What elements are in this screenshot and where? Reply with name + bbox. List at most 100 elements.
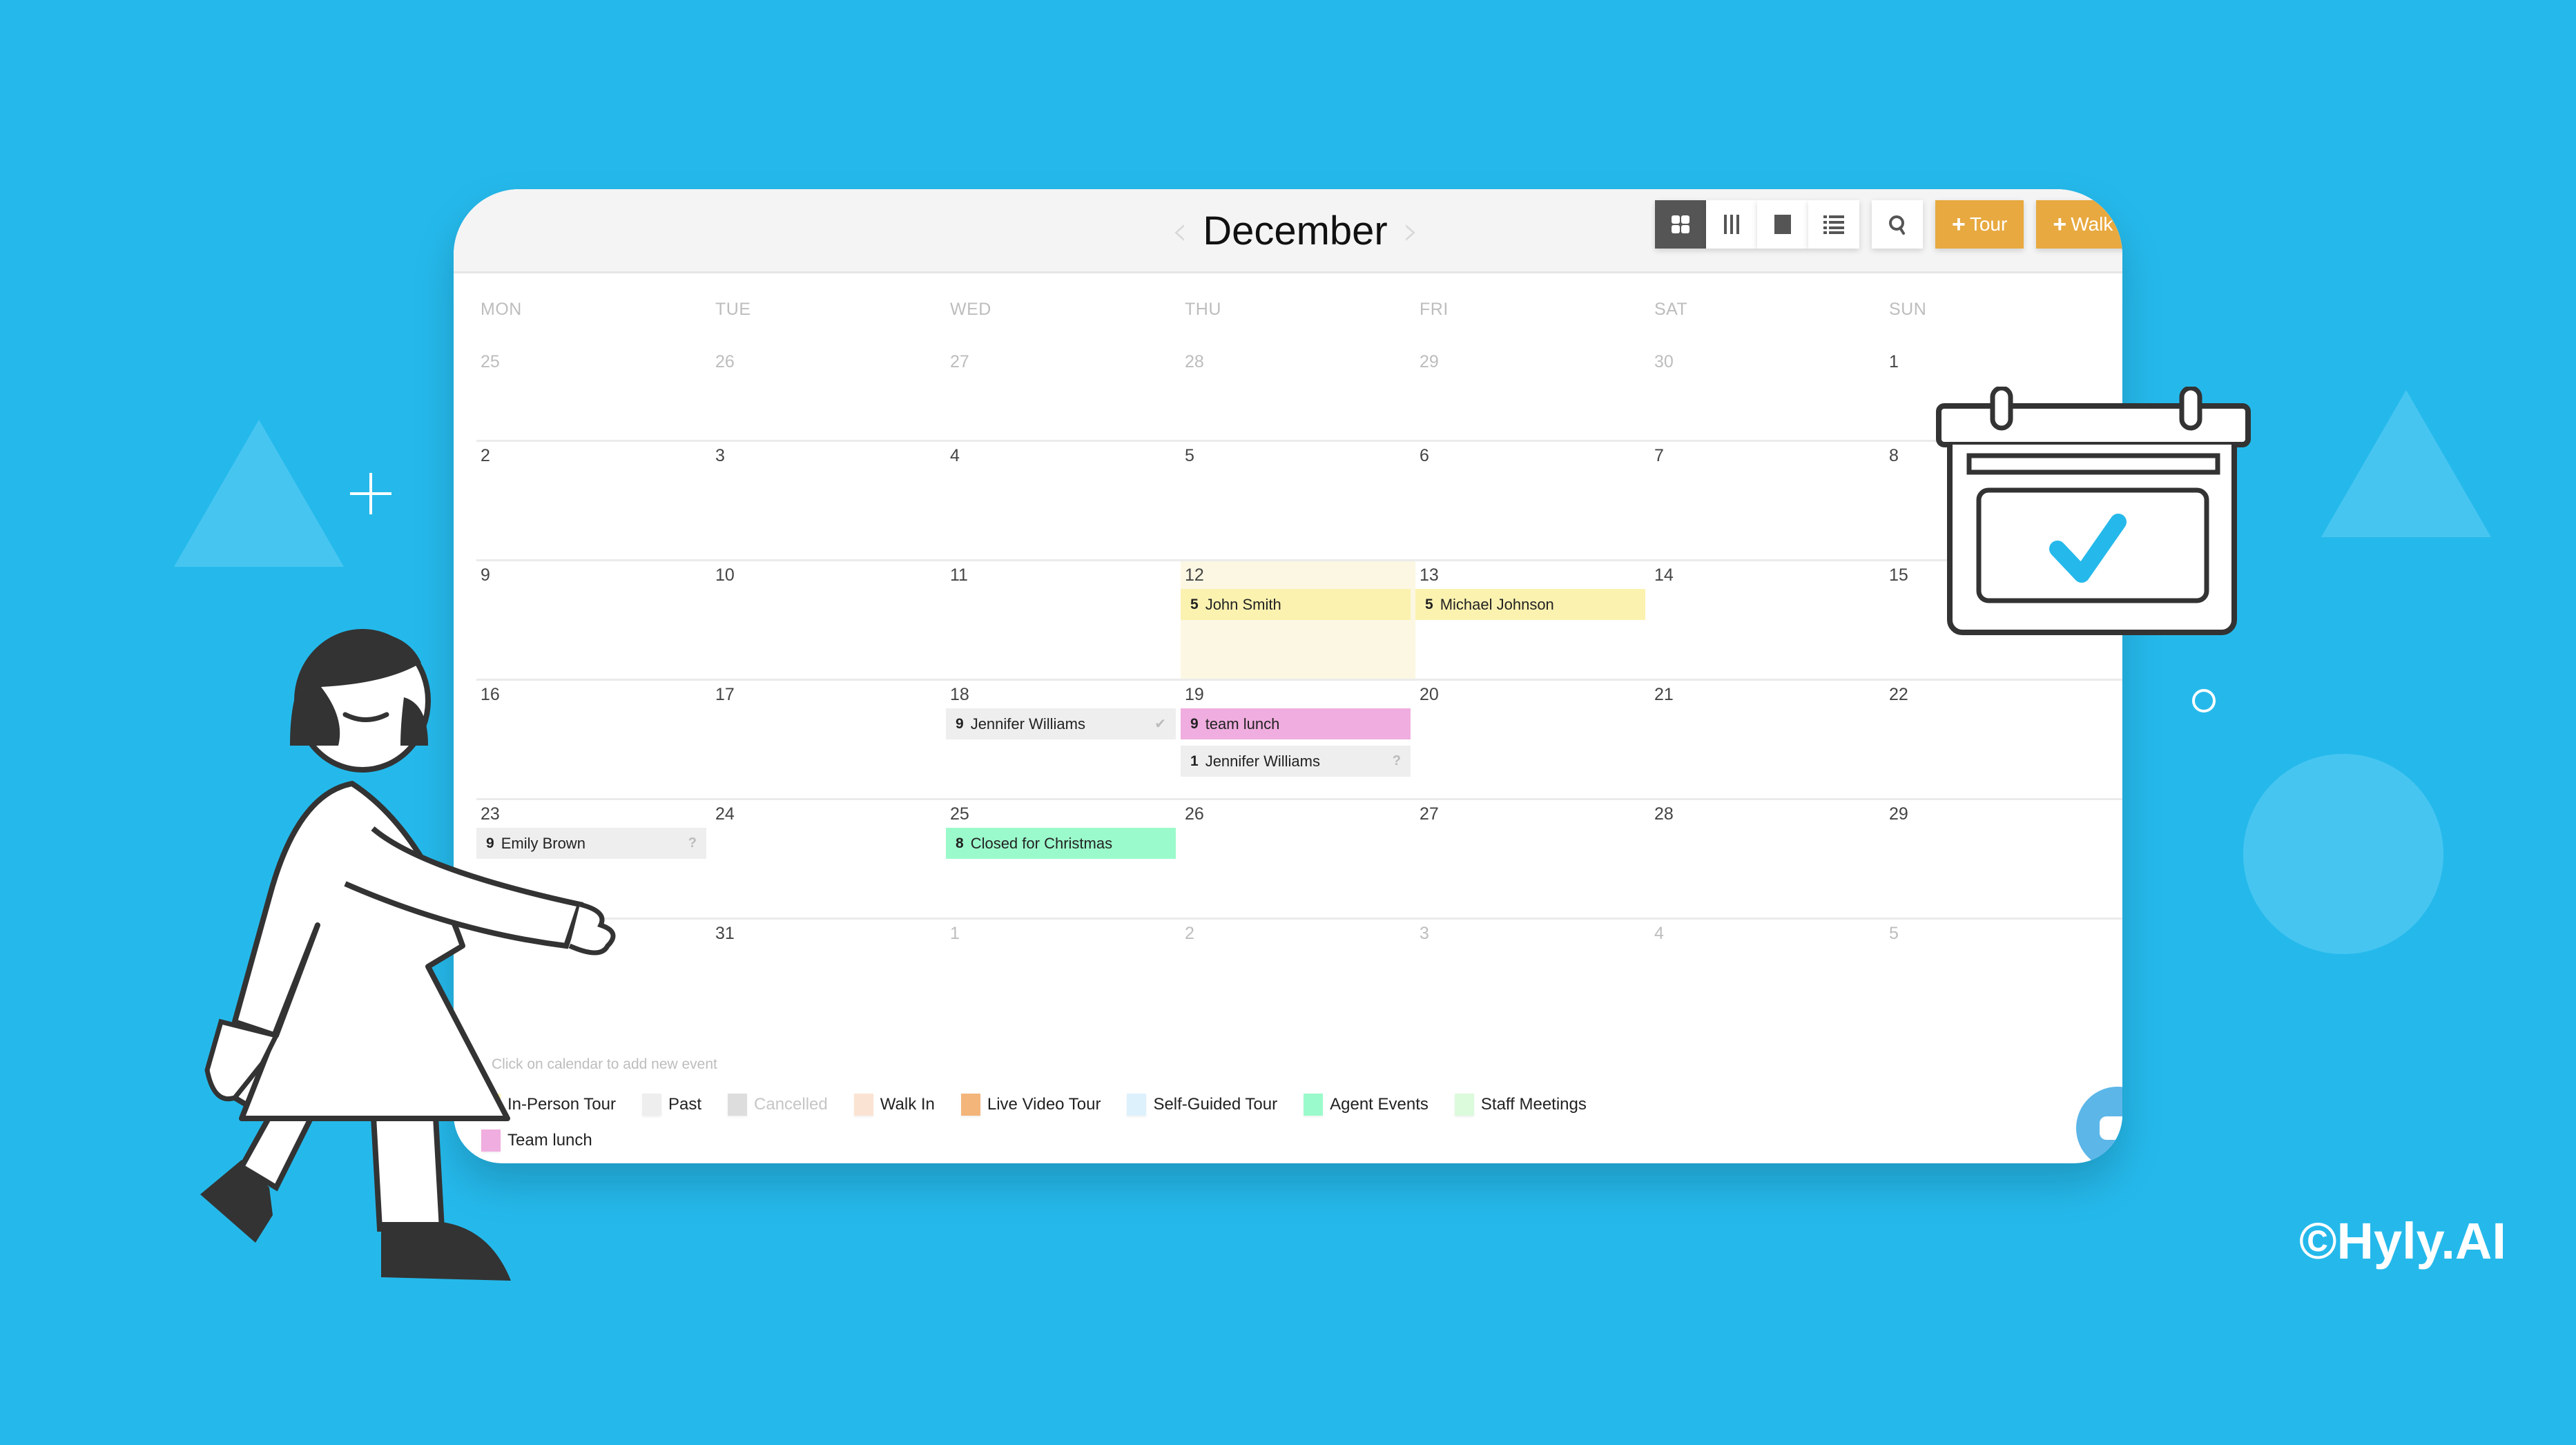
legend-item-live-video-tour: Live Video Tour	[960, 1094, 1101, 1116]
day-number: 8	[1889, 446, 1899, 465]
day-cell[interactable]: 25 8 Closed for Christmas	[946, 800, 1181, 918]
day-number: 24	[715, 804, 735, 824]
day-cell[interactable]: 26	[1181, 800, 1415, 918]
chat-widget-button[interactable]	[2076, 1087, 2122, 1163]
day-cell[interactable]: 26	[711, 320, 946, 440]
day-cell[interactable]: 13 5 Michael Johnson	[1415, 561, 1650, 679]
day-cell[interactable]: 27	[946, 320, 1181, 440]
legend-swatch	[1454, 1094, 1474, 1116]
day-number: 5	[1185, 446, 1194, 465]
calendar-event[interactable]: 1 Jennifer Williams?	[1181, 746, 1411, 777]
decorative-circle-large	[2243, 754, 2443, 954]
day-cell[interactable]: 25	[476, 320, 711, 440]
day-cell[interactable]: 6	[1415, 442, 1650, 559]
legend-swatch	[960, 1094, 980, 1116]
day-cell[interactable]: 3	[711, 442, 946, 559]
day-number: 19	[1185, 685, 1204, 704]
calendar-event[interactable]: 9 Jennifer Williams ✔	[946, 708, 1176, 739]
day-number: 14	[1654, 565, 1674, 585]
day-cell[interactable]: 20	[1415, 681, 1650, 798]
plus-icon: +	[1952, 211, 1966, 237]
brand-watermark: ©Hyly.AI	[2299, 1212, 2506, 1270]
list-icon	[1823, 215, 1844, 234]
add-walk-in-button[interactable]: + Walk	[2036, 200, 2122, 249]
legend-row: In-Person Tour Past Cancelled Walk In Live V…	[481, 1087, 1862, 1123]
search-button[interactable]	[1872, 200, 1923, 249]
day-number: 9	[481, 565, 490, 585]
day-cell[interactable]: 27	[1415, 800, 1650, 918]
calendar-event[interactable]: 8 Closed for Christmas	[946, 828, 1176, 859]
day-cell[interactable]: 10	[711, 561, 946, 679]
day-number: 1	[1889, 352, 1899, 371]
day-cell[interactable]: 31	[711, 920, 946, 1037]
weekday-label-sat: SAT	[1654, 300, 1688, 319]
calendar-event[interactable]: 5 John Smith	[1181, 589, 1411, 620]
day-number: 28	[1654, 804, 1674, 824]
day-cell[interactable]: 28	[1181, 320, 1415, 440]
day-cell[interactable]: 30	[1650, 320, 1885, 440]
day-cell[interactable]: 22	[1885, 681, 2120, 798]
walking-person-illustration	[200, 629, 616, 1281]
legend-label: Live Video Tour	[987, 1095, 1101, 1114]
day-view-button[interactable]	[1757, 200, 1808, 249]
event-title: Jennifer Williams	[970, 715, 1085, 733]
calendar-header: ‹ December › + Tour + Walk	[454, 189, 2122, 273]
legend-item-staff-meetings: Staff Meetings	[1454, 1094, 1587, 1116]
calendar-check-illustration	[1936, 387, 2251, 635]
next-month-chevron-icon[interactable]: ›	[1403, 207, 1419, 254]
day-number: 25	[481, 352, 500, 371]
day-cell[interactable]: 7	[1650, 442, 1885, 559]
confirmed-check-icon: ✔	[1154, 717, 1166, 732]
day-number: 17	[715, 685, 735, 704]
week-view-button[interactable]	[1706, 200, 1757, 249]
month-navigation: ‹ December ›	[1172, 196, 1419, 265]
add-tour-label: Tour	[1969, 213, 2008, 235]
plus-icon: +	[2053, 211, 2067, 237]
event-title: team lunch	[1205, 715, 1280, 733]
day-cell[interactable]: 5	[1181, 442, 1415, 559]
day-number: 4	[950, 446, 960, 465]
day-cell[interactable]: 2	[476, 442, 711, 559]
day-number: 5	[1889, 924, 1899, 943]
calendar-event[interactable]: 9 team lunch	[1181, 708, 1411, 739]
day-cell[interactable]: 4	[1650, 920, 1885, 1037]
day-cell[interactable]: 4	[946, 442, 1181, 559]
day-cell[interactable]: 14	[1650, 561, 1885, 679]
legend-item-past: Past	[641, 1094, 701, 1116]
day-number: 29	[1420, 352, 1439, 371]
calendar-event[interactable]: 5 Michael Johnson	[1415, 589, 1645, 620]
weekday-label-sun: SUN	[1889, 300, 1927, 319]
day-cell[interactable]: 19 9 team lunch 1 Jennifer Williams?	[1181, 681, 1415, 798]
day-cell[interactable]: 17	[711, 681, 946, 798]
week-row: 2 3 4 5 6 7 8	[476, 440, 2122, 559]
month-view-button[interactable]	[1655, 200, 1706, 249]
day-number: 22	[1889, 685, 1908, 704]
decorative-triangle-right	[2321, 390, 2491, 537]
day-cell[interactable]: 18 9 Jennifer Williams ✔	[946, 681, 1181, 798]
event-type-legend: In-Person Tour Past Cancelled Walk In Live V…	[481, 1087, 1862, 1158]
day-number: 3	[715, 446, 725, 465]
day-cell[interactable]: 2	[1181, 920, 1415, 1037]
unconfirmed-icon: ?	[1392, 753, 1401, 768]
day-cell[interactable]: 29	[1415, 320, 1650, 440]
day-number: 2	[1185, 924, 1194, 943]
day-cell[interactable]: 11	[946, 561, 1181, 679]
day-number: 11	[950, 565, 968, 585]
event-title: Closed for Christmas	[970, 834, 1113, 852]
day-cell[interactable]: 1	[946, 920, 1181, 1037]
add-tour-button[interactable]: + Tour	[1935, 200, 2024, 249]
day-cell[interactable]: 5	[1885, 920, 2120, 1037]
day-cell[interactable]: 3	[1415, 920, 1650, 1037]
legend-item-cancelled: Cancelled	[728, 1094, 828, 1116]
decorative-plus-icon	[350, 473, 391, 514]
list-view-button[interactable]	[1808, 200, 1859, 249]
day-cell[interactable]: 24	[711, 800, 946, 918]
day-cell[interactable]: 28	[1650, 800, 1885, 918]
day-cell[interactable]: 29	[1885, 800, 2120, 918]
day-cell[interactable]: 12 5 John Smith	[1181, 561, 1415, 679]
week-row: 25 26 27 28 29 30 1	[476, 320, 2122, 440]
day-cell[interactable]: 21	[1650, 681, 1885, 798]
day-number: 18	[950, 685, 969, 704]
legend-label: Agent Events	[1330, 1095, 1429, 1114]
prev-month-chevron-icon[interactable]: ‹	[1172, 207, 1188, 254]
